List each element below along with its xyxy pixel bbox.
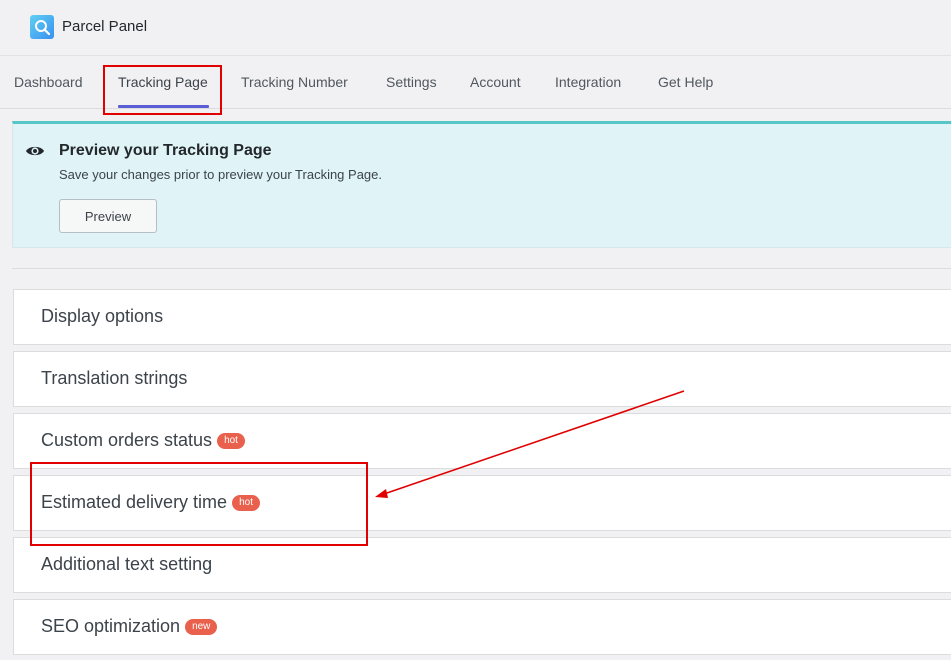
section-title: Custom orders status (41, 430, 213, 450)
preview-button[interactable]: Preview (59, 199, 157, 233)
divider (12, 268, 951, 269)
section-label: Additional text setting (41, 554, 212, 575)
tab-tracking-number[interactable]: Tracking Number (241, 74, 348, 90)
tab-account[interactable]: Account (470, 74, 521, 90)
top-bar: Parcel Panel (0, 0, 951, 56)
section-custom-orders-status[interactable]: Custom orders status hot (13, 413, 951, 469)
preview-notice: Preview your Tracking Page Save your cha… (12, 121, 951, 248)
section-title: Translation strings (41, 368, 188, 388)
tab-get-help[interactable]: Get Help (658, 74, 713, 90)
section-label: SEO optimization new (41, 616, 218, 637)
section-label: Display options (41, 306, 163, 327)
section-title: Display options (41, 306, 164, 326)
tab-settings[interactable]: Settings (386, 74, 437, 90)
eye-icon (26, 146, 44, 156)
notice-text: Save your changes prior to preview your … (59, 167, 383, 182)
app-title: Parcel Panel (62, 18, 148, 35)
section-label: Translation strings (41, 368, 187, 389)
section-title: Additional text setting (41, 554, 213, 574)
section-title: SEO optimization (41, 616, 181, 636)
hot-badge: hot (217, 432, 245, 449)
annotation-box-tracking-page (103, 65, 222, 115)
notice-title: Preview your Tracking Page (59, 142, 272, 159)
section-display-options[interactable]: Display options (13, 289, 951, 345)
new-badge: new (185, 618, 218, 635)
section-label: Custom orders status hot (41, 430, 245, 451)
section-seo-optimization[interactable]: SEO optimization new (13, 599, 951, 655)
annotation-box-estimated-delivery (30, 462, 368, 546)
tab-integration[interactable]: Integration (555, 74, 621, 90)
section-translation-strings[interactable]: Translation strings (13, 351, 951, 407)
tab-dashboard[interactable]: Dashboard (14, 74, 83, 90)
parcel-panel-logo-icon (30, 15, 54, 39)
